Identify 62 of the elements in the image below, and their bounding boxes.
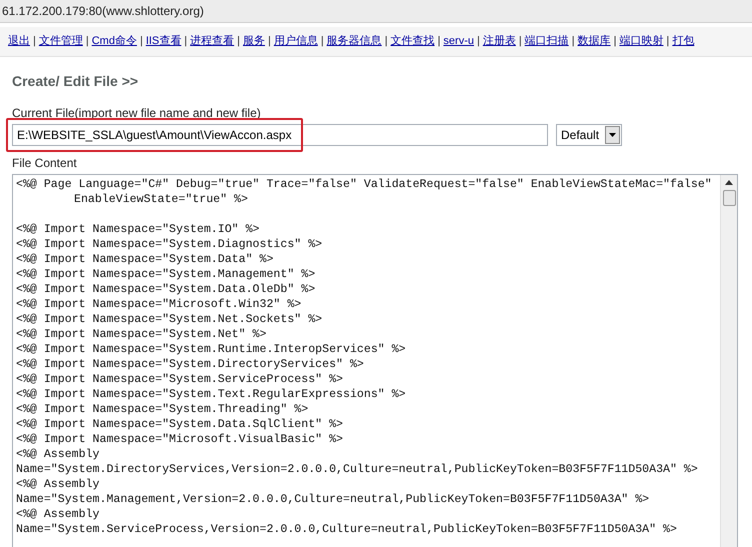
code-line: <%@ Import Namespace="System.Threading" %> (16, 402, 308, 417)
code-line: <%@ Import Namespace="System.Diagnostics" %> (16, 237, 322, 252)
nav-link[interactable]: 文件查找 (390, 33, 435, 50)
scroll-up-icon[interactable] (725, 180, 733, 185)
nav-link[interactable]: 用户信息 (274, 33, 318, 50)
nav-link[interactable]: Cmd命令 (92, 33, 137, 50)
code-line: <%@ Import Namespace="System.Text.RegularExpressions" %> (16, 387, 406, 402)
code-line: <%@ Page Language="C#" Debug="true" Trace="false" ValidateRequest="false" EnableViewStateMac="false" (16, 177, 712, 192)
code-line: <%@ Import Namespace="System.Data" %> (16, 252, 274, 267)
code-line: <%@ Import Namespace="System.Data.SqlClient" %> (16, 417, 343, 432)
nav-link[interactable]: 注册表 (482, 33, 516, 50)
file-path-field[interactable]: E:\WEBSITE_SSLA\guest\Amount\ViewAccon.aspx (12, 124, 548, 146)
code-line: <%@ Assembly (16, 507, 100, 522)
code-line: <%@ Import Namespace="System.Net" %> (16, 327, 266, 342)
nav-separator: | (320, 34, 324, 50)
scrollbar-thumb[interactable] (722, 190, 736, 206)
nav-link[interactable]: 文件管理 (38, 33, 83, 50)
nav-link[interactable]: 打包 (672, 33, 694, 50)
nav-separator: | (86, 34, 89, 50)
code-line: <%@ Assembly (16, 477, 100, 492)
code-line: <%@ Import Namespace="System.Management" %> (16, 267, 316, 282)
nav-separator: | (33, 34, 36, 50)
nav-separator: | (268, 34, 271, 50)
file-content-textarea[interactable] (12, 174, 738, 547)
code-line: Name="System.Management,Version=2.0.0.0,Culture=neutral,PublicKeyToken=B03F5F7F11D50A3A" %> (16, 492, 650, 507)
nav-link[interactable]: 服务 (242, 33, 265, 50)
nav-separator: | (572, 34, 575, 50)
nav-link[interactable]: 数据库 (578, 33, 611, 50)
address-text: 61.172.200.179:80(www.shlottery.org) (2, 3, 204, 20)
nav-link[interactable]: serv-u (443, 33, 474, 50)
code-line: Name="System.DirectoryServices,Version=2.0.0.0,Culture=neutral,PublicKeyToken=B03F5F7F11D50A3A" %> (16, 462, 698, 477)
code-line: EnableViewState="true" %> (73, 192, 248, 207)
nav-separator: | (666, 34, 670, 50)
code-line: <%@ Import Namespace="System.Runtime.InteropServices" %> (16, 342, 406, 357)
nav-link[interactable]: 端口映射 (619, 33, 664, 50)
nav-link[interactable]: 进程查看 (190, 33, 234, 50)
scrollbar[interactable] (720, 175, 737, 547)
nav-separator: | (140, 34, 143, 50)
code-line: <%@ Import Namespace="Microsoft.VisualBasic" %> (16, 432, 343, 447)
code-line: <%@ Import Namespace="System.Data.OleDb" %> (16, 282, 316, 297)
code-line: Name="System.ServiceProcess,Version=2.0.0.0,Culture=neutral,PublicKeyToken=B03F5F7F11D50A3A" %> (16, 522, 677, 537)
nav-link[interactable]: 退出 (8, 33, 30, 50)
nav-link[interactable]: 端口扫描 (524, 33, 569, 50)
nav-separator: | (476, 34, 480, 50)
nav-link[interactable]: 服务器信息 (326, 33, 382, 50)
page-heading: Create/ Edit File >> (12, 72, 140, 91)
nav-separator: | (237, 34, 240, 50)
code-line: <%@ Assembly (16, 447, 100, 462)
code-line: <%@ Import Namespace="System.ServiceProcess" %> (16, 372, 343, 387)
nav-link[interactable]: IIS查看 (146, 33, 182, 50)
code-line: <%@ Import Namespace="System.IO" %> (16, 222, 260, 237)
code-line: <%@ Import Namespace="Microsoft.Win32" %> (16, 297, 302, 312)
nav-separator: | (184, 34, 188, 50)
code-line: <%@ Import Namespace="System.DirectoryServices" %> (16, 357, 364, 372)
nav-separator: | (438, 34, 440, 50)
code-line: <%@ Import Namespace="System.Net.Sockets" %> (16, 312, 322, 327)
field-label: Current File(import new file name and new file) (12, 105, 262, 122)
field-label: File Content (12, 155, 78, 172)
nav-separator: | (614, 34, 616, 50)
nav-separator: | (518, 34, 522, 50)
nav-separator: | (384, 34, 388, 50)
encoding-select[interactable]: Default (556, 124, 622, 146)
